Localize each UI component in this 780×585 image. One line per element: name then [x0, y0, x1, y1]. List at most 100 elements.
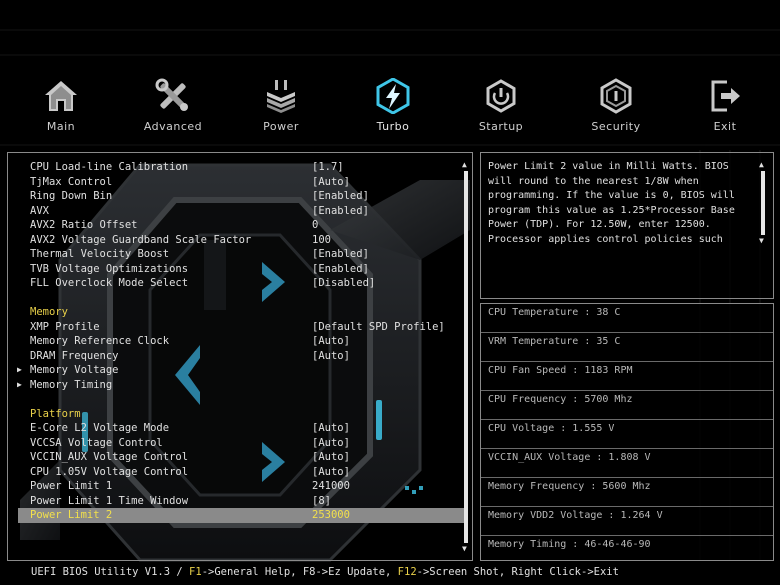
submenu-row[interactable]: ▶ Memory Voltage — [8, 363, 464, 378]
setting-value[interactable]: [Enabled] — [312, 189, 369, 204]
scrollbar-thumb[interactable] — [464, 171, 468, 543]
tab-exit[interactable]: Exit — [670, 72, 780, 144]
setting-label: Power Limit 1 Time Window — [30, 494, 189, 507]
tab-power[interactable]: Power — [226, 72, 336, 144]
setting-value[interactable]: [Disabled] — [312, 276, 375, 291]
setting-row[interactable]: CPU 1.05V Voltage Control [Auto] — [8, 465, 464, 480]
setting-row[interactable]: VCCSA Voltage Control [Auto] — [8, 436, 464, 451]
top-navigation: Main Advanced Power Turbo Startup Securi… — [0, 72, 780, 144]
tab-main-label: Main — [46, 120, 76, 133]
setting-value[interactable]: [Auto] — [312, 450, 350, 465]
setting-value[interactable]: [Auto] — [312, 436, 350, 451]
setting-label: XMP Profile — [30, 320, 100, 333]
submenu-label: Memory Timing — [30, 378, 113, 391]
setting-row[interactable]: AVX [Enabled] — [8, 204, 464, 219]
scroll-down-icon[interactable]: ▼ — [759, 237, 764, 245]
setting-label: TVB Voltage Optimizations — [30, 262, 189, 275]
setting-value[interactable]: [Auto] — [312, 349, 350, 364]
setting-row-selected[interactable]: Power Limit 2 253000 — [18, 508, 464, 523]
tab-main[interactable]: Main — [6, 72, 116, 144]
tab-turbo[interactable]: Turbo — [338, 72, 448, 144]
setting-row[interactable]: DRAM Frequency [Auto] — [8, 349, 464, 364]
setting-row[interactable]: Power Limit 1 Time Window [8] — [8, 494, 464, 509]
section-label: Platform — [30, 407, 81, 420]
setting-label: CPU 1.05V Voltage Control — [30, 465, 189, 478]
setting-label: AVX — [30, 204, 49, 217]
tab-startup[interactable]: Startup — [446, 72, 556, 144]
help-description-panel: Power Limit 2 value in Milli Watts. BIOS… — [480, 152, 774, 299]
setting-row[interactable]: CPU Load-line Calibration [1.7] — [8, 160, 464, 175]
setting-value[interactable]: [8] — [312, 494, 331, 509]
setting-value[interactable]: [1.7] — [312, 160, 344, 175]
section-header-memory: Memory — [8, 305, 464, 320]
startup-power-icon — [486, 79, 516, 113]
setting-value[interactable]: [Enabled] — [312, 262, 369, 277]
setting-row[interactable]: FLL Overclock Mode Select [Disabled] — [8, 276, 464, 291]
setting-label: Power Limit 1 — [30, 480, 113, 492]
setting-value[interactable]: [Auto] — [312, 334, 350, 349]
hardware-monitor-panel: CPU Temperature : 38 C VRM Temperature :… — [480, 303, 774, 561]
setting-row[interactable]: E-Core L2 Voltage Mode [Auto] — [8, 421, 464, 436]
submenu-row[interactable]: ▶ Memory Timing — [8, 378, 464, 393]
setting-label: Thermal Velocity Boost — [30, 248, 170, 260]
setting-label: Ring Down Bin — [30, 190, 113, 202]
footer-f12-key: F12 — [397, 566, 417, 578]
monitor-item: CPU Temperature : 38 C — [481, 304, 773, 333]
setting-label: Power Limit 2 — [30, 509, 113, 521]
setting-row[interactable]: AVX2 Voltage Guardband Scale Factor 100 — [8, 233, 464, 248]
footer-version: UEFI BIOS Utility V1.3 / — [31, 566, 190, 578]
tab-startup-label: Startup — [478, 120, 524, 133]
setting-label: VCCIN_AUX Voltage Control — [30, 451, 189, 463]
setting-value[interactable]: [Auto] — [312, 175, 350, 190]
footer-f12-text: ->Screen Shot, Right Click->Exit — [416, 566, 619, 578]
monitor-item: Memory VDD2 Voltage : 1.264 V — [481, 507, 773, 536]
setting-row[interactable]: Memory Reference Clock [Auto] — [8, 334, 464, 349]
monitor-item: Memory Frequency : 5600 Mhz — [481, 478, 773, 507]
setting-value[interactable]: [Auto] — [312, 421, 350, 436]
settings-scrollbar[interactable]: ▲ ▼ — [462, 161, 470, 553]
tab-security[interactable]: Security — [561, 72, 671, 144]
setting-value[interactable]: [Enabled] — [312, 247, 369, 262]
scrollbar-thumb[interactable] — [761, 171, 765, 235]
setting-row[interactable]: Thermal Velocity Boost [Enabled] — [8, 247, 464, 262]
section-label: Memory — [30, 306, 68, 318]
setting-row[interactable]: Ring Down Bin [Enabled] — [8, 189, 464, 204]
setting-value[interactable]: 253000 — [312, 508, 350, 523]
setting-value[interactable]: [Enabled] — [312, 204, 369, 219]
monitor-item: Memory Timing : 46-46-46-90 — [488, 539, 651, 550]
setting-label: AVX2 Ratio Offset — [30, 219, 138, 231]
setting-label: CPU Load-line Calibration — [30, 161, 189, 173]
setting-row[interactable]: VCCIN_AUX Voltage Control [Auto] — [8, 450, 464, 465]
monitor-item: VCCIN_AUX Voltage : 1.808 V — [481, 449, 773, 478]
footer-status-bar: UEFI BIOS Utility V1.3 / F1->General Hel… — [0, 563, 780, 583]
monitor-item: CPU Fan Speed : 1183 RPM — [481, 362, 773, 391]
setting-value[interactable]: 100 — [312, 233, 331, 248]
setting-row[interactable]: XMP Profile [Default SPD Profile] — [8, 320, 464, 335]
setting-value[interactable]: [Auto] — [312, 465, 350, 480]
turbo-bolt-icon — [376, 78, 410, 114]
setting-row[interactable]: AVX2 Ratio Offset 0 — [8, 218, 464, 233]
setting-label: TjMax Control — [30, 175, 113, 188]
monitor-item: CPU Frequency : 5700 Mhz — [481, 391, 773, 420]
submenu-arrow-icon: ▶ — [17, 365, 22, 374]
setting-value[interactable]: 0 — [312, 218, 318, 233]
setting-label: VCCSA Voltage Control — [30, 436, 163, 449]
help-scrollbar[interactable]: ▲ ▼ — [759, 161, 767, 245]
setting-label: Memory Reference Clock — [30, 335, 170, 347]
tab-advanced[interactable]: Advanced — [118, 72, 228, 144]
setting-row[interactable]: Power Limit 1 241000 — [8, 479, 464, 494]
setting-value[interactable]: [Default SPD Profile] — [312, 320, 445, 335]
section-header-platform: Platform — [8, 407, 464, 422]
scroll-down-icon[interactable]: ▼ — [462, 545, 467, 553]
scroll-up-icon[interactable]: ▲ — [759, 161, 764, 169]
monitor-item: CPU Voltage : 1.555 V — [481, 420, 773, 449]
setting-row[interactable]: TjMax Control [Auto] — [8, 175, 464, 190]
help-text: Power Limit 2 value in Milli Watts. BIOS… — [488, 161, 735, 245]
footer-f1-text: ->General Help, F8->Ez Update, — [201, 566, 398, 578]
footer-f1-key: F1 — [189, 566, 202, 578]
setting-label: E-Core L2 Voltage Mode — [30, 422, 170, 434]
tab-advanced-label: Advanced — [143, 120, 203, 133]
scroll-up-icon[interactable]: ▲ — [462, 161, 467, 169]
setting-value[interactable]: 241000 — [312, 479, 350, 494]
setting-row[interactable]: TVB Voltage Optimizations [Enabled] — [8, 262, 464, 277]
